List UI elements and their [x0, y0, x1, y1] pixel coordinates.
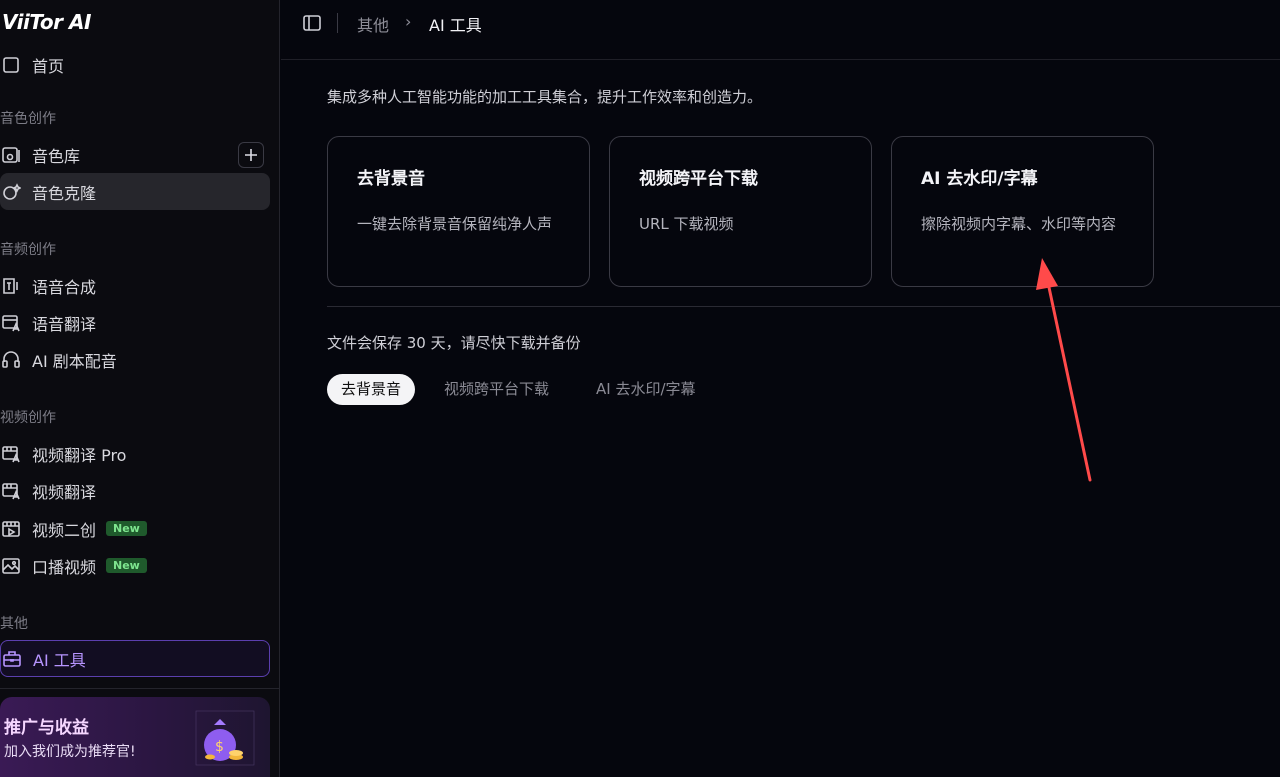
speech-translate-icon: [0, 312, 22, 334]
section-label-voice: 音色创作: [0, 111, 56, 127]
file-retention-notice: 文件会保存 30 天，请尽快下载并备份: [327, 334, 581, 352]
sidebar-item-label: 首页: [32, 56, 65, 76]
sidebar-item-label: 音色克隆: [32, 183, 97, 203]
headset-icon: [0, 349, 22, 371]
speech-synthesis-icon: [0, 275, 22, 297]
video-translate-icon: [0, 443, 22, 465]
sidebar-item-talking-video[interactable]: 口播视频 New: [0, 547, 270, 584]
card-title: AI 去水印/字幕: [921, 169, 1038, 189]
sidebar-item-speech-translate[interactable]: 语音翻译: [0, 304, 270, 341]
promo-title: 推广与收益: [4, 718, 89, 738]
sidebar-item-video-translate-pro[interactable]: 视频翻译 Pro: [0, 435, 270, 472]
sidebar-item-ai-tools[interactable]: AI 工具: [0, 640, 270, 677]
sidebar-item-label: 视频翻译 Pro: [32, 445, 127, 465]
content-divider: [327, 306, 1280, 307]
tab-remove-bg-audio[interactable]: 去背景音: [327, 374, 416, 405]
new-badge: New: [106, 521, 147, 536]
sidebar-item-label: AI 剧本配音: [32, 351, 117, 371]
sidebar-item-ai-script-dub[interactable]: AI 剧本配音: [0, 341, 270, 378]
card-title: 视频跨平台下载: [639, 169, 758, 189]
add-voice-button[interactable]: [238, 142, 264, 168]
breadcrumb-other[interactable]: 其他: [357, 12, 389, 36]
sidebar-item-voice-library[interactable]: 音色库: [0, 136, 270, 173]
sidebar-item-label: 视频翻译: [32, 482, 97, 502]
new-badge: New: [106, 558, 147, 573]
tool-card-remove-watermark[interactable]: AI 去水印/字幕 擦除视频内字幕、水印等内容: [891, 136, 1154, 287]
video-translate-icon: [0, 480, 22, 502]
sidebar-item-label: 语音翻译: [32, 314, 97, 334]
sidebar-item-video-remix[interactable]: 视频二创 New: [0, 510, 270, 547]
sidebar-divider: [0, 688, 279, 689]
home-icon: [0, 54, 22, 76]
sidebar-item-speech-synthesis[interactable]: 语音合成: [0, 267, 270, 304]
sidebar-item-voice-clone[interactable]: 音色克隆: [0, 173, 270, 210]
money-bag-icon: $: [195, 710, 255, 766]
app-logo[interactable]: ViiTor AI: [2, 10, 91, 34]
card-description: 擦除视频内字幕、水印等内容: [921, 215, 1117, 233]
sidebar-item-label: 视频二创: [32, 520, 97, 540]
svg-text:$: $: [215, 739, 224, 755]
sidebar-item-label: 口播视频: [32, 557, 97, 577]
chevron-right-icon: ›: [405, 12, 412, 31]
page-intro: 集成多种人工智能功能的加工工具集合，提升工作效率和创造力。: [327, 88, 763, 106]
voice-library-icon: [0, 144, 22, 166]
card-title: 去背景音: [357, 169, 425, 189]
top-header: 其他 › AI 工具: [281, 0, 1280, 60]
sidebar-item-home[interactable]: 首页: [0, 46, 270, 83]
tool-card-video-download[interactable]: 视频跨平台下载 URL 下载视频: [609, 136, 872, 287]
tab-video-download[interactable]: 视频跨平台下载: [430, 374, 563, 405]
video-remix-icon: [0, 518, 22, 540]
section-label-audio: 音频创作: [0, 242, 56, 258]
section-label-video: 视频创作: [0, 410, 56, 426]
sidebar-item-video-translate[interactable]: 视频翻译: [0, 472, 270, 509]
sidebar-item-label: AI 工具: [33, 650, 86, 670]
promo-subtitle: 加入我们成为推荐官!: [4, 744, 136, 760]
card-description: URL 下载视频: [639, 215, 734, 233]
sidebar-toggle-icon[interactable]: [302, 13, 322, 33]
tool-card-remove-bg-audio[interactable]: 去背景音 一键去除背景音保留纯净人声: [327, 136, 590, 287]
sidebar: ViiTor AI 首页 音色创作 音色库 音色克隆 音频创作 语音合成 语音翻…: [0, 0, 280, 777]
card-description: 一键去除背景音保留纯净人声: [357, 215, 553, 233]
breadcrumb-ai-tools: AI 工具: [429, 16, 482, 35]
image-icon: [0, 555, 22, 577]
toolbox-icon: [1, 648, 23, 670]
promo-banner[interactable]: 推广与收益 加入我们成为推荐官! $: [0, 697, 270, 777]
voice-clone-icon: [0, 181, 22, 203]
sidebar-item-label: 音色库: [32, 146, 81, 166]
section-label-other: 其他: [0, 616, 28, 632]
header-separator: [337, 13, 338, 33]
tab-remove-watermark[interactable]: AI 去水印/字幕: [582, 374, 710, 405]
sidebar-item-label: 语音合成: [32, 277, 97, 297]
